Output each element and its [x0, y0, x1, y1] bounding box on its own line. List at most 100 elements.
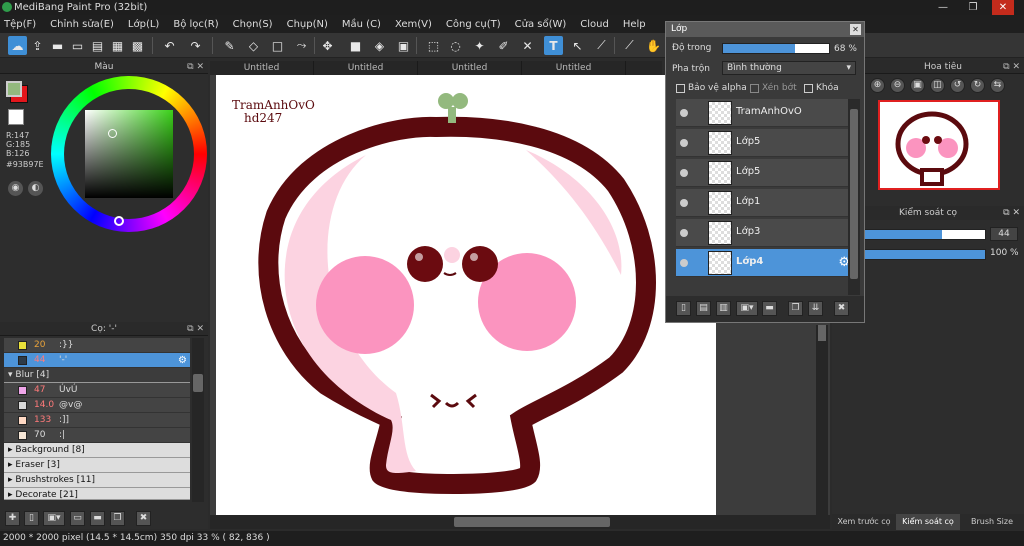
sv-cursor[interactable]	[108, 129, 117, 138]
eyedropper-icon[interactable]: ⟋	[620, 36, 639, 55]
eye-icon[interactable]	[680, 169, 688, 177]
eye-icon[interactable]	[680, 259, 688, 267]
brush-row-selected[interactable]: 44 '-' ⚙	[4, 353, 190, 368]
lock-checkbox[interactable]	[804, 84, 813, 93]
layer-row[interactable]: Lớp1	[676, 189, 854, 217]
eraser-tool-icon[interactable]: ◇	[244, 36, 263, 55]
brush-size-slider[interactable]	[862, 229, 986, 240]
protect-alpha-checkbox[interactable]	[676, 84, 685, 93]
brush-opacity-slider[interactable]	[862, 249, 986, 260]
brush-row[interactable]: 20 :}}	[4, 338, 190, 353]
operation-tool-icon[interactable]: ↖	[568, 36, 587, 55]
layer-scrollbar[interactable]	[848, 99, 860, 295]
hand-icon[interactable]: ✋	[644, 36, 663, 55]
tab-untitled-4[interactable]: Untitled	[522, 61, 626, 75]
zoom-fit-icon[interactable]: ▣	[910, 78, 925, 93]
comment-icon[interactable]: ▬	[48, 36, 67, 55]
magic-wand-icon[interactable]: ✦	[470, 36, 489, 55]
brush-group-blur[interactable]: ▾ Blur [4]	[4, 368, 190, 383]
navigator-pin-icon[interactable]: ⧉ ✕	[1003, 60, 1020, 74]
brush-panel-pin-icon[interactable]: ⧉ ✕	[187, 322, 204, 336]
layer-scroll-thumb[interactable]	[850, 109, 858, 279]
eye-icon[interactable]	[680, 109, 688, 117]
move-tool-icon[interactable]: ✥	[318, 36, 337, 55]
transparent-swatch[interactable]	[8, 109, 24, 125]
brush-row[interactable]: 133 :]]	[4, 413, 190, 428]
tab-brush-control[interactable]: Kiểm soát cọ	[896, 514, 960, 530]
tab-untitled-2[interactable]: Untitled	[314, 61, 418, 75]
canvas-vscroll-thumb[interactable]	[818, 325, 826, 341]
zoom-in-icon[interactable]: ⊕	[870, 78, 885, 93]
tab-brush-size[interactable]: Brush Size	[960, 514, 1024, 530]
select-eraser-icon[interactable]: ✕	[518, 36, 537, 55]
menu-layer[interactable]: Lớp(L)	[128, 19, 159, 30]
brush-scrollbar[interactable]	[192, 338, 204, 502]
canvas-hscroll[interactable]	[210, 515, 830, 529]
brush-control-pin-icon[interactable]: ⧉ ✕	[1003, 206, 1020, 220]
dot-tool-icon[interactable]: □	[268, 36, 287, 55]
duplicate-icon[interactable]: ❐	[110, 511, 125, 526]
menu-select[interactable]: Chọn(S)	[233, 19, 273, 30]
lasso-icon[interactable]: ◌	[446, 36, 465, 55]
brush-group-eraser[interactable]: ▸ Eraser [3]	[4, 458, 190, 473]
brush-row[interactable]: 70 :|	[4, 428, 190, 443]
restore-button[interactable]: ❐	[962, 0, 984, 15]
add-brush-icon[interactable]: ✚	[5, 511, 20, 526]
panel-pin-icon[interactable]: ⧉ ✕	[187, 60, 204, 74]
divide-tool-icon[interactable]: ⟋	[592, 36, 611, 55]
navigator-preview[interactable]	[878, 100, 1000, 190]
new-1bit-layer-icon[interactable]: ▥	[716, 301, 731, 316]
canvas-hscroll-thumb[interactable]	[454, 517, 610, 527]
saturation-square[interactable]	[85, 110, 173, 198]
rectangle-fill-icon[interactable]: ■	[346, 36, 365, 55]
panel-icon[interactable]: ▦	[108, 36, 127, 55]
primary-color-swatch[interactable]	[6, 81, 22, 97]
menu-tools[interactable]: Công cụ(T)	[446, 19, 501, 30]
trash-icon[interactable]: ✖	[136, 511, 151, 526]
minimize-button[interactable]: —	[932, 0, 954, 15]
new-8bit-layer-icon[interactable]: ▤	[696, 301, 711, 316]
gradient-tool-icon[interactable]: ▣	[394, 36, 413, 55]
hue-cursor[interactable]	[114, 216, 124, 226]
brush-copy-icon[interactable]: ▭	[70, 511, 85, 526]
menu-file[interactable]: Tệp(F)	[4, 19, 36, 30]
close-button[interactable]: ✕	[992, 0, 1014, 15]
brush-row[interactable]: 47 ÚvÚ	[4, 383, 190, 398]
clipping-checkbox[interactable]	[750, 84, 759, 93]
text-tool-icon[interactable]: T	[544, 36, 563, 55]
redo-icon[interactable]: ↷	[186, 36, 205, 55]
brush-scroll-thumb[interactable]	[193, 374, 203, 392]
tab-untitled-3[interactable]: Untitled	[418, 61, 522, 75]
menu-snap[interactable]: Chụp(N)	[287, 19, 328, 30]
layer-row[interactable]: Lớp3	[676, 219, 854, 247]
flip-icon[interactable]: ⇆	[990, 78, 1005, 93]
canvas-vscroll[interactable]	[816, 325, 828, 515]
new-layer-icon[interactable]: ▯	[676, 301, 691, 316]
rotate-left-icon[interactable]: ↺	[950, 78, 965, 93]
brush-group-brushstrokes[interactable]: ▸ Brushstrokes [11]	[4, 473, 190, 488]
select-pen-icon[interactable]: ✐	[494, 36, 513, 55]
rotate-right-icon[interactable]: ↻	[970, 78, 985, 93]
layer-row[interactable]: Lớp5	[676, 129, 854, 157]
menu-cloud[interactable]: Cloud	[580, 19, 609, 30]
blend-mode-select[interactable]: Bình thường ▾	[722, 61, 856, 75]
brush-menu-icon[interactable]: ▣▾	[43, 511, 65, 526]
brush-row[interactable]: 14.0 @v@	[4, 398, 190, 413]
brush-settings-gear-icon[interactable]: ⚙	[178, 353, 187, 368]
zoom-actual-icon[interactable]: ◫	[930, 78, 945, 93]
menu-color[interactable]: Mầu (C)	[342, 19, 381, 30]
tab-untitled-1[interactable]: Untitled	[210, 61, 314, 75]
eye-icon[interactable]	[680, 199, 688, 207]
layer-panel-close-icon[interactable]: ✕	[850, 24, 861, 35]
duplicate-layer-icon[interactable]: ❐	[788, 301, 803, 316]
brush-group-background[interactable]: ▸ Background [8]	[4, 443, 190, 458]
layer-menu-icon[interactable]: ▣▾	[736, 301, 758, 316]
palette-edit-icon[interactable]: ◐	[28, 181, 43, 196]
share-icon[interactable]: ⇪	[28, 36, 47, 55]
menu-filter[interactable]: Bộ lọc(R)	[173, 19, 218, 30]
grid-icon[interactable]: ▩	[128, 36, 147, 55]
eye-icon[interactable]	[680, 229, 688, 237]
menu-help[interactable]: Help	[623, 19, 646, 30]
bucket-tool-icon[interactable]: ◈	[370, 36, 389, 55]
merge-down-icon[interactable]: ⇊	[808, 301, 823, 316]
